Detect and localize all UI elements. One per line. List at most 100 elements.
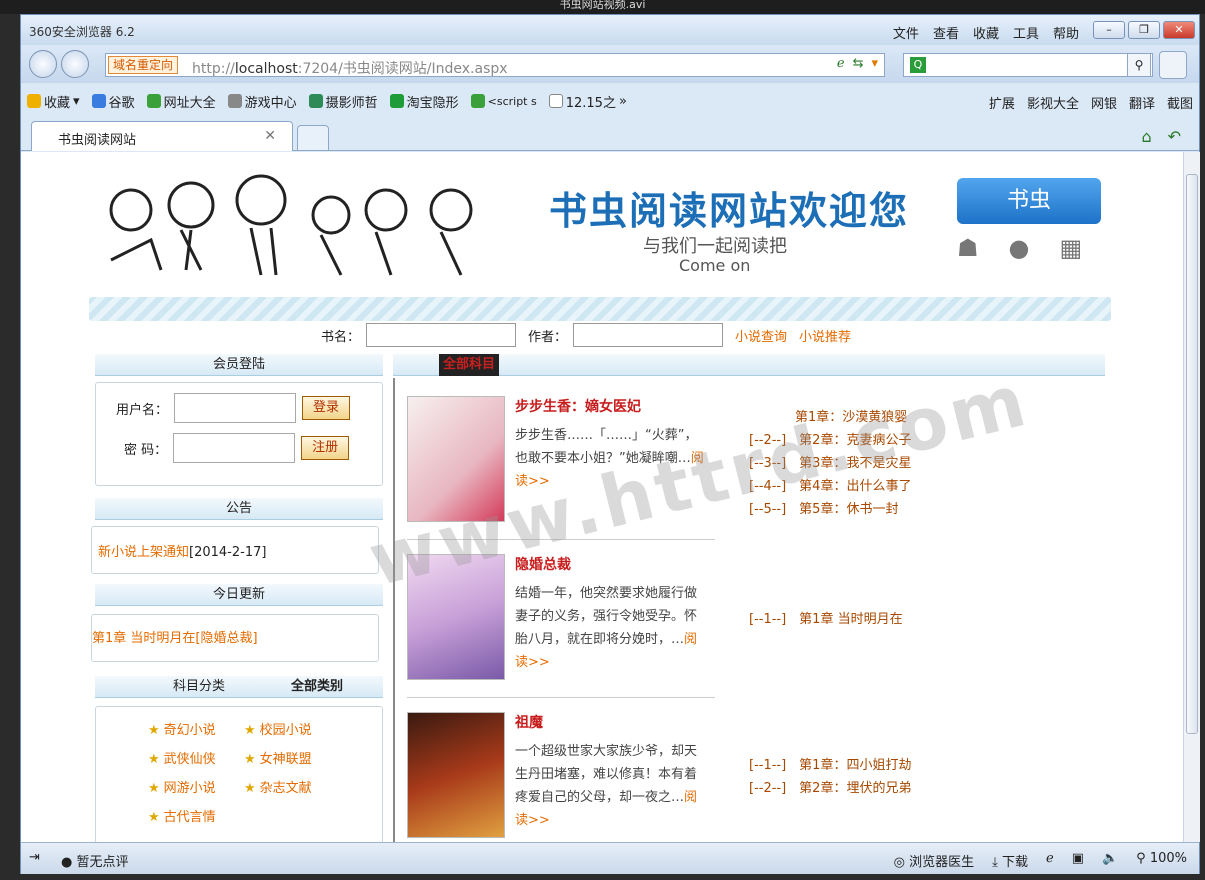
favorites-right: 扩展 影视大全 网银 翻译 截图 [989,93,1193,112]
book-cover[interactable] [407,396,505,522]
category-item[interactable]: ★ 古代言情 [148,806,216,825]
scroll-thumb[interactable] [1186,174,1198,734]
status-bar: ⇥ ● 暂无点评 ◎ 浏览器医生 ⤓ 下载 ℯ ▣ 🔈 ⚲ 100% [21,842,1199,874]
minimize-button[interactable]: – [1093,21,1125,39]
back-button[interactable] [29,50,57,78]
url-input[interactable]: 域名重定向 http://localhost:7204/书虫阅读网站/Index… [105,53,885,77]
tab-current[interactable]: 书虫阅读网站 ✕ [31,121,293,151]
menu-help[interactable]: 帮助 [1053,23,1079,42]
category-item[interactable]: ★ 女神联盟 [244,748,312,767]
category-item[interactable]: ★ 奇幻小说 [148,719,216,738]
windows-icon[interactable]: ▦ [1059,234,1082,262]
chapter-link[interactable]: [--5--] 第5章：休书一封 [749,498,911,521]
android-icon[interactable]: ☗ [957,234,979,262]
today-panel: 第1章 当时明月在[隐婚总裁] [91,614,379,662]
fav-games[interactable]: 游戏中心 [227,92,297,111]
category-item[interactable]: ★ 校园小说 [244,719,312,738]
menu-favorites[interactable]: 收藏 [973,23,999,42]
new-tab-button[interactable] [297,125,329,151]
recommend-link[interactable]: 小说推荐 [799,326,851,345]
search-engine-icon[interactable]: Q [910,57,926,73]
site-subtitle: 与我们一起阅读把 [643,236,787,257]
fav-sites[interactable]: 网址大全 [146,92,216,111]
maximize-button[interactable]: ❐ [1128,21,1160,39]
chapter-link[interactable]: [--3--] 第3章：我不是灾星 [749,452,911,475]
close-window-button[interactable]: ✕ [1163,21,1195,39]
fav-photo[interactable]: 摄影师哲 [308,92,378,111]
fav-google[interactable]: 谷歌 [91,92,135,111]
chapter-link[interactable]: [--1--] 第1章：四小姐打劫 [749,754,911,777]
book-cover[interactable] [407,554,505,680]
chapter-link[interactable]: [--1--] 第1章 当时明月在 [749,608,903,631]
all-categories-link[interactable]: 全部类别 [291,676,343,698]
book-cover[interactable] [407,712,505,838]
browser-doctor-button[interactable]: ◎ 浏览器医生 [894,851,975,870]
book-title[interactable]: 祖魔 [515,712,543,732]
translate-button[interactable]: 翻译 [1129,93,1155,112]
window-icon[interactable]: ▣ [1072,851,1084,870]
book-title[interactable]: 隐婚总裁 [515,554,571,574]
query-link[interactable]: 小说查询 [735,326,787,345]
menu-tools[interactable]: 工具 [1013,23,1039,42]
volume-icon[interactable]: 🔈 [1102,851,1118,870]
login-button[interactable]: 登录 [302,396,351,420]
undo-icon[interactable]: ↶ [1168,127,1181,146]
bank-button[interactable]: 网银 [1091,93,1117,112]
ext-button[interactable]: 扩展 [989,93,1015,112]
fav-script[interactable]: <script s [470,94,537,108]
books-head-tab[interactable]: 全部科目 [439,354,500,376]
fav-taobao[interactable]: 淘宝隐形 [389,92,459,111]
globe-icon [146,94,161,108]
download-button[interactable]: ⤓ 下载 [992,851,1028,870]
user-avatar-icon[interactable] [1159,51,1187,79]
books-panel: 全部科目 步步生香：嫡女医妃 步步生香……「……」“火葬”，也敢不要本小姐？”她… [393,350,1105,842]
chapter-link[interactable]: 第1章：沙漠黄狼婴 [749,406,911,429]
search-icon[interactable]: ⚲ [1127,53,1151,77]
search-input[interactable]: Q [903,53,1153,77]
book-desc: 步步生香……「……」“火葬”，也敢不要本小姐？”她凝眸嘲…阅读>> [515,428,704,489]
book-title[interactable]: 步步生香：嫡女医妃 [515,396,641,416]
apple-icon[interactable]: ● [1009,234,1030,262]
refresh-icon[interactable]: ⇆ [853,56,864,71]
home-icon[interactable]: ⌂ [1141,127,1151,146]
sidebar-toggle-icon[interactable]: ⇥ [29,850,40,865]
ie-icon[interactable]: ℯ [1046,851,1054,870]
chapter-link[interactable]: [--4--] 第4章：出什么事了 [749,475,911,498]
category-item[interactable]: ★ 武侠仙侠 [148,748,216,767]
category-item[interactable]: ★ 杂志文献 [244,777,312,796]
books-panel-border [393,378,395,842]
close-tab-icon[interactable]: ✕ [264,128,276,144]
author-input[interactable] [573,323,724,347]
register-button[interactable]: 注册 [301,436,350,460]
chapter-link[interactable]: [--2--] 第2章：埋伏的兄弟 [749,777,911,800]
video-button[interactable]: 影视大全 [1027,93,1079,112]
gamepad-icon [227,94,242,108]
book-item: 隐婚总裁 结婚一年，他突然要求她履行做妻子的义务，强行令她受孕。怀胎八月，就在即… [407,546,715,698]
dropdown-icon[interactable]: ▾ [871,56,878,71]
screenshot-button[interactable]: 截图 [1167,93,1193,112]
vertical-scrollbar[interactable] [1183,152,1200,842]
search-row: 书名： 作者： 小说查询 小说推荐 [321,322,851,348]
menu-view[interactable]: 查看 [933,23,959,42]
comment-icon: ● [61,855,73,870]
zoom-button[interactable]: ⚲ 100% [1136,851,1187,870]
chapter-link[interactable]: [--2--] 第2章：克妻病公子 [749,429,911,452]
redirect-badge[interactable]: 域名重定向 [108,56,179,74]
site-badge[interactable]: 书虫 [957,178,1101,224]
bookname-input[interactable] [366,323,517,347]
notice-item[interactable]: 新小说上架通知[2014-2-17] [98,541,266,560]
username-input[interactable] [174,393,297,423]
category-item[interactable]: ★ 网游小说 [148,777,216,796]
ie-mode-icon[interactable]: ℯ [837,56,845,71]
categories-head: 科目分类 全部类别 [95,676,383,698]
menu-file[interactable]: 文件 [893,23,919,42]
forward-button[interactable] [61,50,89,78]
site-header: 书虫阅读网站欢迎您 与我们一起阅读把 Come on 书虫 ☗ ● ▦ [91,160,1111,290]
author-label: 作者： [528,329,568,345]
fav-date[interactable]: 12.15之 » [548,92,627,111]
fav-collect[interactable]: 收藏 ▾ [27,92,80,111]
url-text: http://localhost:7204/书虫阅读网站/Index.aspx [192,61,508,77]
today-item[interactable]: 第1章 当时明月在[隐婚总裁] [92,627,258,646]
password-input[interactable] [173,433,296,463]
cartoon-banner [109,174,473,276]
